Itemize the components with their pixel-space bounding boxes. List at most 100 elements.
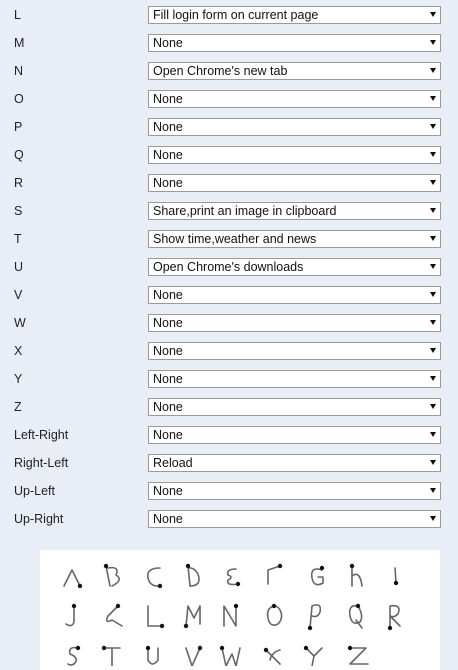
dropdown-arrow-icon xyxy=(430,208,436,213)
selected-action: Share,print an image in clipboard xyxy=(153,204,337,218)
gesture-action-select[interactable]: Reload xyxy=(148,454,441,472)
gesture-row-v: V None xyxy=(0,282,458,310)
gesture-g-icon xyxy=(310,565,325,586)
dropdown-arrow-icon xyxy=(430,236,436,241)
gesture-l-icon xyxy=(147,605,165,629)
gesture-action-select[interactable]: None xyxy=(148,286,441,304)
gesture-settings-list: L Fill login form on current page M None… xyxy=(0,2,458,534)
dropdown-arrow-icon xyxy=(430,180,436,185)
gesture-action-select[interactable]: Fill login form on current page xyxy=(148,6,441,24)
dropdown-arrow-icon xyxy=(430,376,436,381)
gesture-action-select[interactable]: None xyxy=(148,510,441,528)
gesture-row-right-left: Right-Left Reload xyxy=(0,450,458,478)
gesture-row-p: P None xyxy=(0,114,458,142)
selected-action: None xyxy=(153,372,183,386)
gesture-action-select[interactable]: None xyxy=(148,314,441,332)
gesture-row-t: T Show time,weather and news xyxy=(0,226,458,254)
gesture-label: V xyxy=(14,288,23,302)
gesture-s-icon xyxy=(67,645,81,666)
gesture-row-q: Q None xyxy=(0,142,458,170)
dropdown-arrow-icon xyxy=(430,488,436,493)
gesture-action-select[interactable]: None xyxy=(148,34,441,52)
gesture-b-icon xyxy=(103,563,120,587)
gesture-label: P xyxy=(14,120,23,134)
selected-action: Open Chrome's new tab xyxy=(153,64,288,78)
gesture-label: Z xyxy=(14,400,22,414)
gesture-t-icon xyxy=(101,645,121,666)
dropdown-arrow-icon xyxy=(430,96,436,101)
gesture-row-x: X None xyxy=(0,338,458,366)
gesture-label: Up-Left xyxy=(14,484,55,498)
dropdown-arrow-icon xyxy=(430,348,436,353)
gesture-action-select[interactable]: Open Chrome's downloads xyxy=(148,258,441,276)
gesture-c-icon xyxy=(146,567,163,589)
dropdown-arrow-icon xyxy=(430,432,436,437)
gesture-action-select[interactable]: Show time,weather and news xyxy=(148,230,441,248)
gesture-label: S xyxy=(14,204,23,218)
gesture-x-icon xyxy=(263,647,281,665)
gesture-v-icon xyxy=(185,645,203,666)
gesture-u-icon xyxy=(145,645,159,665)
gesture-action-select[interactable]: None xyxy=(148,146,441,164)
gesture-label: Y xyxy=(14,372,23,386)
gesture-action-select[interactable]: None xyxy=(148,342,441,360)
gesture-j-icon xyxy=(65,603,77,627)
gesture-row-w: W None xyxy=(0,310,458,338)
gesture-action-select[interactable]: None xyxy=(148,174,441,192)
selected-action: None xyxy=(153,428,183,442)
gesture-row-y: Y None xyxy=(0,366,458,394)
gesture-label: Q xyxy=(14,148,24,162)
gesture-row-n: N Open Chrome's new tab xyxy=(0,58,458,86)
selected-action: None xyxy=(153,288,183,302)
gesture-action-select[interactable]: None xyxy=(148,426,441,444)
gesture-label: X xyxy=(14,344,23,358)
gesture-label: O xyxy=(14,92,24,106)
selected-action: Show time,weather and news xyxy=(153,232,317,246)
gesture-action-select[interactable]: Share,print an image in clipboard xyxy=(148,202,441,220)
selected-action: Fill login form on current page xyxy=(153,8,319,22)
gesture-n-icon xyxy=(223,603,239,627)
selected-action: None xyxy=(153,92,183,106)
gesture-f-icon xyxy=(267,563,283,585)
dropdown-arrow-icon xyxy=(430,264,436,269)
gesture-m-icon xyxy=(183,605,201,629)
selected-action: None xyxy=(153,316,183,330)
gesture-a-icon xyxy=(63,569,83,589)
selected-action: None xyxy=(153,344,183,358)
gesture-row-o: O None xyxy=(0,86,458,114)
gesture-action-select[interactable]: None xyxy=(148,482,441,500)
gesture-p-icon xyxy=(307,604,322,631)
gesture-action-select[interactable]: None xyxy=(148,90,441,108)
selected-action: None xyxy=(153,36,183,50)
gesture-action-select[interactable]: Open Chrome's new tab xyxy=(148,62,441,80)
gesture-row-left-right: Left-Right None xyxy=(0,422,458,450)
selected-action: Reload xyxy=(153,456,193,470)
gesture-row-m: M None xyxy=(0,30,458,58)
selected-action: None xyxy=(153,148,183,162)
dropdown-arrow-icon xyxy=(430,152,436,157)
selected-action: None xyxy=(153,484,183,498)
gesture-q-icon xyxy=(348,603,363,629)
dropdown-arrow-icon xyxy=(430,12,436,17)
gesture-action-select[interactable]: None xyxy=(148,118,441,136)
selected-action: Open Chrome's downloads xyxy=(153,260,304,274)
gesture-row-z: Z None xyxy=(0,394,458,422)
gesture-label: Right-Left xyxy=(14,456,69,470)
gesture-e-icon xyxy=(226,568,241,587)
selected-action: None xyxy=(153,120,183,134)
gesture-h-icon xyxy=(349,563,363,587)
gesture-label: U xyxy=(14,260,24,274)
gesture-label: N xyxy=(14,64,24,78)
gesture-i-icon xyxy=(393,567,399,586)
gesture-label: R xyxy=(14,176,24,190)
gesture-row-s: S Share,print an image in clipboard xyxy=(0,198,458,226)
gesture-label: Up-Right xyxy=(14,512,64,526)
gesture-action-select[interactable]: None xyxy=(148,398,441,416)
gesture-label: W xyxy=(14,316,26,330)
dropdown-arrow-icon xyxy=(430,68,436,73)
dropdown-arrow-icon xyxy=(430,460,436,465)
gesture-action-select[interactable]: None xyxy=(148,370,441,388)
gesture-w-icon xyxy=(219,645,241,666)
gesture-row-up-right: Up-Right None xyxy=(0,506,458,534)
gesture-label: T xyxy=(14,232,22,246)
